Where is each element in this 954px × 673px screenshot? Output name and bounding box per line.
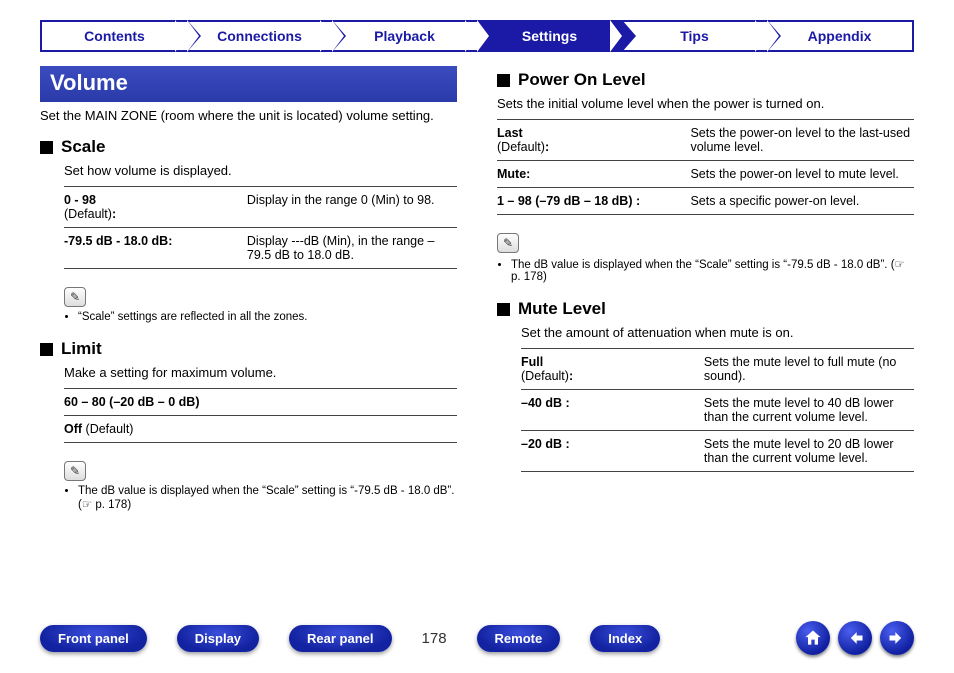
limit-options: 60 – 80 (–20 dB – 0 dB) Off (Default) [64, 388, 457, 443]
table-row: Off (Default) [64, 415, 457, 443]
section-title: Volume [40, 66, 457, 102]
bottom-nav: Front panel Display Rear panel 178 Remot… [0, 621, 954, 655]
tab-settings[interactable]: Settings [477, 20, 622, 52]
home-icon [803, 628, 823, 648]
nav-front-panel[interactable]: Front panel [40, 625, 147, 652]
page-ref-link[interactable]: ☞ p. 178 [82, 499, 127, 511]
table-row: Full(Default) Sets the mute level to ful… [521, 348, 914, 389]
scale-options: 0 - 98(Default) Display in the range 0 (… [64, 186, 457, 269]
table-row: 0 - 98(Default) Display in the range 0 (… [64, 186, 457, 227]
note-icon: ✎ [64, 287, 86, 307]
limit-desc: Make a setting for maximum volume. [64, 365, 457, 380]
prev-page-button[interactable] [838, 621, 872, 655]
heading-mute-level: Mute Level [497, 299, 914, 319]
limit-note: The dB value is displayed when the “Scal… [64, 485, 457, 511]
section-intro: Set the MAIN ZONE (room where the unit i… [40, 108, 457, 123]
top-tabs: Contents Connections Playback Settings T… [40, 20, 914, 52]
square-bullet-icon [497, 74, 510, 87]
table-row: 60 – 80 (–20 dB – 0 dB) [64, 388, 457, 415]
tab-tips[interactable]: Tips [622, 20, 767, 52]
note-icon: ✎ [64, 461, 86, 481]
table-row: Last(Default) Sets the power-on level to… [497, 119, 914, 160]
square-bullet-icon [40, 343, 53, 356]
mute-desc: Set the amount of attenuation when mute … [521, 325, 914, 340]
table-row: -79.5 dB - 18.0 dB: Display ---dB (Min),… [64, 227, 457, 269]
square-bullet-icon [40, 141, 53, 154]
square-bullet-icon [497, 303, 510, 316]
heading-scale: Scale [40, 137, 457, 157]
nav-index[interactable]: Index [590, 625, 660, 652]
power-desc: Sets the initial volume level when the p… [497, 96, 914, 111]
tab-playback[interactable]: Playback [332, 20, 477, 52]
table-row: Mute: Sets the power-on level to mute le… [497, 160, 914, 187]
heading-limit: Limit [40, 339, 457, 359]
nav-remote[interactable]: Remote [477, 625, 561, 652]
mute-options: Full(Default) Sets the mute level to ful… [521, 348, 914, 472]
power-options: Last(Default) Sets the power-on level to… [497, 119, 914, 215]
note-icon: ✎ [497, 233, 519, 253]
next-page-button[interactable] [880, 621, 914, 655]
table-row: 1 – 98 (–79 dB – 18 dB) : Sets a specifi… [497, 187, 914, 215]
nav-display[interactable]: Display [177, 625, 259, 652]
scale-note: “Scale” settings are reflected in all th… [64, 311, 457, 323]
nav-rear-panel[interactable]: Rear panel [289, 625, 391, 652]
tab-appendix[interactable]: Appendix [767, 20, 914, 52]
power-note: The dB value is displayed when the “Scal… [497, 257, 914, 283]
arrow-left-icon [845, 628, 865, 648]
table-row: –40 dB : Sets the mute level to 40 dB lo… [521, 389, 914, 430]
tab-contents[interactable]: Contents [40, 20, 187, 52]
scale-desc: Set how volume is displayed. [64, 163, 457, 178]
tab-connections[interactable]: Connections [187, 20, 332, 52]
page-number: 178 [422, 630, 447, 647]
heading-power-on-level: Power On Level [497, 70, 914, 90]
arrow-right-icon [887, 628, 907, 648]
home-button[interactable] [796, 621, 830, 655]
table-row: –20 dB : Sets the mute level to 20 dB lo… [521, 430, 914, 472]
